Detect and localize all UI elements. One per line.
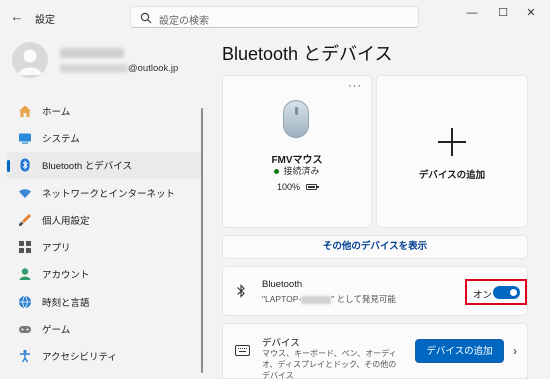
toggle-state-label: オン — [473, 290, 493, 301]
sidebar-item-home[interactable]: ホーム — [6, 97, 202, 124]
sidebar-item-label: ゲーム — [42, 325, 71, 337]
sidebar-scrollbar[interactable] — [201, 108, 203, 373]
brush-icon — [18, 213, 32, 227]
gamepad-icon — [18, 322, 32, 336]
home-icon — [18, 104, 32, 118]
profile-email: @outlook.jp — [128, 63, 179, 74]
profile-name-redacted — [60, 48, 124, 58]
sidebar-item-network[interactable]: ネットワークとインターネット — [6, 179, 202, 206]
battery-icon — [306, 184, 320, 190]
keyboard-icon — [235, 345, 250, 356]
accessibility-icon — [18, 349, 32, 363]
minimize-icon[interactable]: — — [462, 6, 482, 20]
sidebar-item-label: 個人用設定 — [42, 215, 90, 227]
close-icon[interactable]: ✕ — [521, 6, 541, 20]
devices-subtitle: マウス、キーボード、ペン、オーディオ、ディスプレイとドック、その他のデバイス — [262, 349, 397, 379]
add-device-button[interactable]: デバイスの追加 — [415, 339, 504, 363]
sidebar-item-label: アクセシビリティ — [42, 352, 117, 364]
sidebar-item-apps[interactable]: アプリ — [6, 233, 202, 260]
devices-row[interactable]: デバイス マウス、キーボード、ペン、オーディオ、ディスプレイとドック、その他のデ… — [222, 323, 528, 379]
profile-email-redacted — [60, 64, 128, 73]
battery-level: 100% — [277, 182, 320, 192]
sidebar-item-label: アプリ — [42, 243, 71, 255]
sidebar-item-label: ホーム — [42, 106, 71, 118]
page-title: Bluetooth とデバイス — [222, 44, 393, 64]
show-more-devices-button[interactable]: その他のデバイスを表示 — [222, 235, 528, 259]
bluetooth-title: Bluetooth — [262, 279, 303, 290]
maximize-icon[interactable]: ☐ — [493, 6, 513, 20]
wifi-icon — [18, 186, 32, 200]
bluetooth-toggle[interactable] — [493, 286, 520, 299]
bluetooth-subtitle: "LAPTOP- " として発見可能 — [262, 294, 396, 304]
search-placeholder: 設定の検索 — [159, 16, 209, 27]
sidebar-nav: ホーム システム Bluetooth とデバイス ネットワークとインターネット … — [6, 97, 202, 370]
redacted-name — [301, 295, 332, 304]
sidebar-item-label: アカウント — [42, 270, 90, 282]
add-device-card-label: デバイスの追加 — [418, 170, 486, 181]
connected-dot-icon — [274, 169, 280, 175]
globe-icon — [18, 295, 32, 309]
sidebar-item-accessibility[interactable]: アクセシビリティ — [6, 343, 202, 370]
avatar[interactable] — [12, 42, 48, 78]
device-card-mouse[interactable]: ··· FMVマウス 接続済み 100% — [222, 75, 372, 228]
sidebar-item-label: 時刻と言語 — [42, 297, 90, 309]
bluetooth-icon — [237, 284, 245, 298]
sidebar-item-bluetooth[interactable]: Bluetooth とデバイス — [6, 151, 202, 179]
sidebar-item-label: Bluetooth とデバイス — [42, 161, 132, 173]
sidebar-item-label: ネットワークとインターネット — [42, 188, 176, 200]
apps-icon — [18, 240, 32, 254]
title-bar: ← 設定 設定の検索 — ☐ ✕ — [0, 0, 550, 34]
sidebar-item-accounts[interactable]: アカウント — [6, 261, 202, 288]
app-title: 設定 — [35, 15, 55, 26]
add-device-card[interactable]: デバイスの追加 — [376, 75, 528, 228]
search-icon — [140, 12, 152, 24]
toggle-highlight-box: オン — [465, 279, 527, 305]
chevron-right-icon[interactable]: › — [513, 344, 517, 358]
person-icon — [18, 49, 42, 75]
mouse-icon — [283, 100, 309, 138]
devices-title: デバイス — [262, 338, 300, 349]
account-icon — [18, 267, 32, 281]
sidebar-item-gaming[interactable]: ゲーム — [6, 315, 202, 342]
sidebar-item-label: システム — [42, 133, 80, 145]
device-status: 接続済み — [223, 164, 371, 177]
bluetooth-row: Bluetooth "LAPTOP- " として発見可能 オン — [222, 266, 528, 316]
search-box[interactable]: 設定の検索 — [130, 6, 419, 28]
system-icon — [18, 131, 32, 145]
more-options-icon[interactable]: ··· — [348, 80, 362, 92]
sidebar-item-personalization[interactable]: 個人用設定 — [6, 206, 202, 233]
bluetooth-icon — [18, 158, 32, 172]
sidebar-item-system[interactable]: システム — [6, 124, 202, 151]
back-arrow-icon[interactable]: ← — [10, 10, 24, 24]
sidebar-item-time-language[interactable]: 時刻と言語 — [6, 288, 202, 315]
plus-icon — [438, 128, 466, 156]
